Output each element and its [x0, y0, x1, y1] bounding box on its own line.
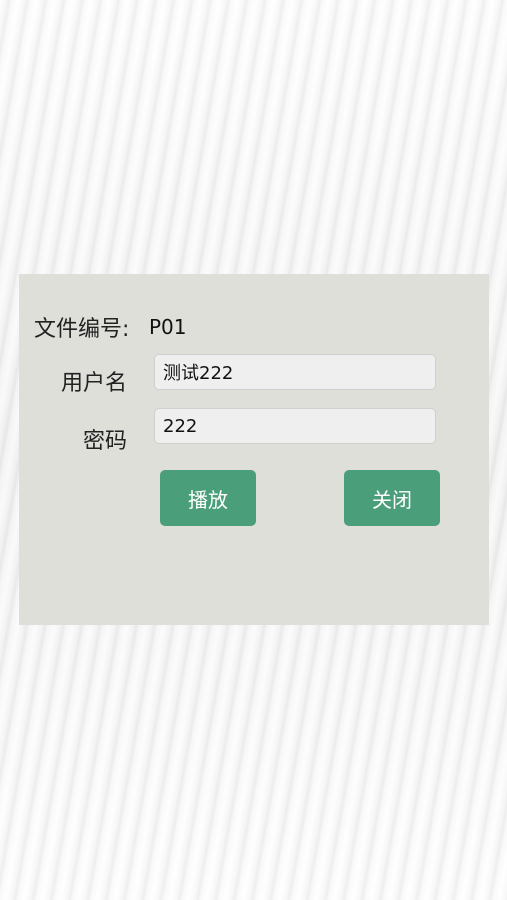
- file-number-label: 文件编号:: [34, 317, 130, 342]
- password-label: 密码: [83, 429, 128, 454]
- password-input[interactable]: [154, 408, 436, 444]
- username-label: 用户名: [61, 371, 128, 396]
- username-input[interactable]: [154, 354, 436, 390]
- playback-login-panel: 文件编号: P01 用户名 密码 播放 关闭: [19, 274, 489, 625]
- file-number-value: P01: [149, 315, 187, 339]
- play-button[interactable]: 播放: [160, 470, 256, 526]
- close-button[interactable]: 关闭: [344, 470, 440, 526]
